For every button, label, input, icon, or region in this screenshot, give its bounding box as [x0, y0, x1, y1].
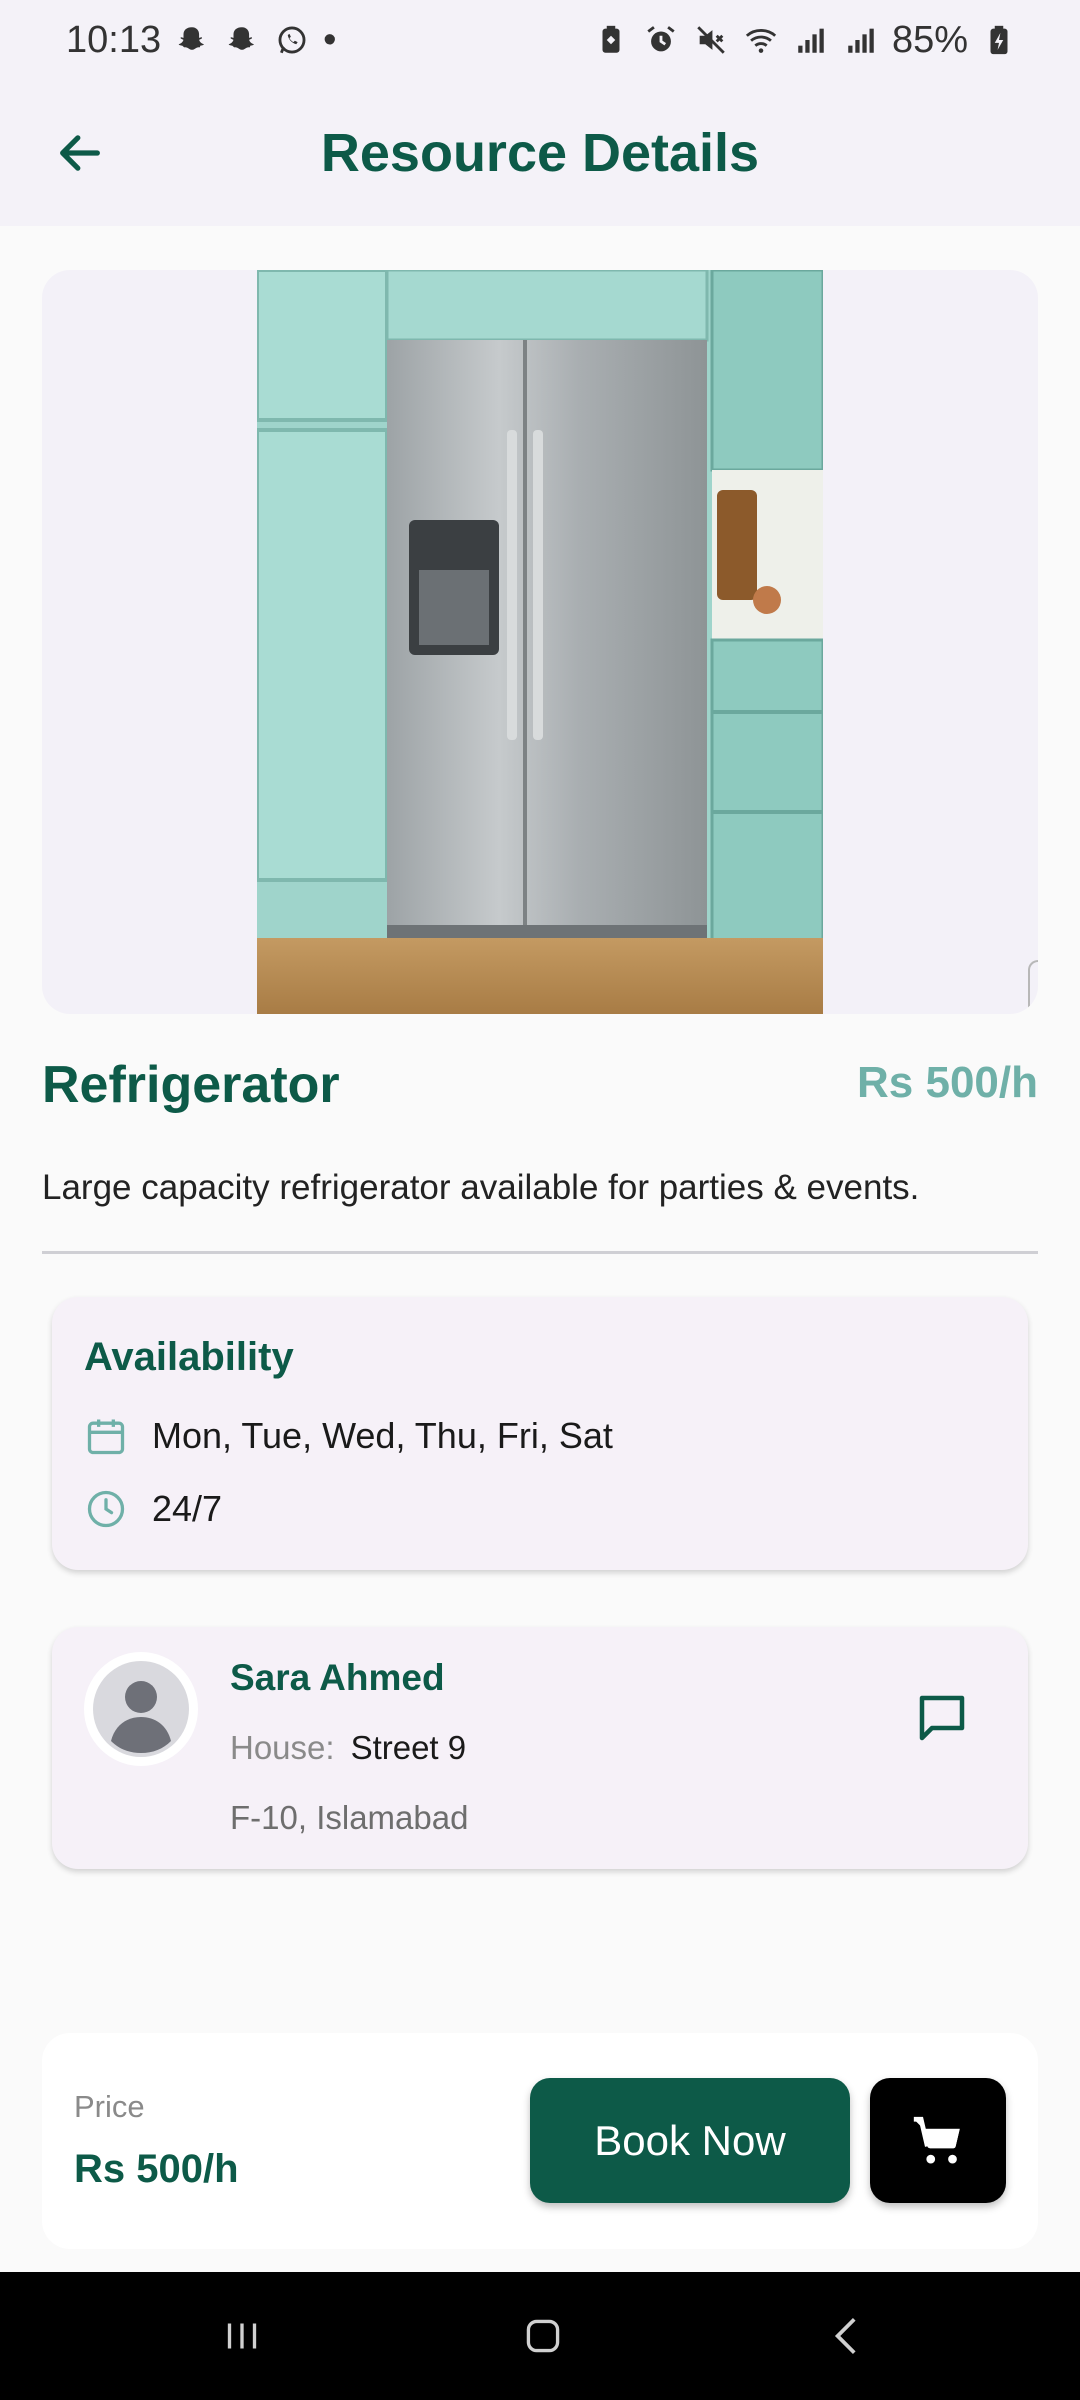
status-right: 85% [592, 19, 1018, 62]
refrigerator-image [257, 270, 823, 1014]
status-time: 10:13 [66, 18, 162, 61]
whatsapp-icon [273, 21, 311, 59]
availability-days: Mon, Tue, Wed, Thu, Fri, Sat [152, 1415, 613, 1456]
divider [42, 1251, 1038, 1254]
chat-button[interactable] [904, 1680, 980, 1756]
house-label: House: [230, 1729, 335, 1766]
person-avatar-icon [93, 1661, 189, 1757]
price-value: Rs 500/h [74, 2147, 239, 2191]
availability-days-row: Mon, Tue, Wed, Thu, Fri, Sat [84, 1414, 613, 1458]
owner-card[interactable]: Sara Ahmed House: Street 9 F-10, Islamab… [52, 1627, 1028, 1869]
signal-icon [792, 21, 830, 59]
book-now-button[interactable]: Book Now [530, 2078, 850, 2203]
page-title: Resource Details [320, 123, 760, 183]
chat-bubble-icon [919, 1695, 965, 1741]
owner-house-row: House: Street 9 [230, 1729, 466, 1767]
wifi-icon [742, 21, 780, 59]
status-dot: • [323, 18, 337, 61]
bottom-action-bar: Price Rs 500/h Book Now [42, 2033, 1038, 2249]
availability-hours-row: 24/7 [84, 1487, 222, 1531]
recent-apps-icon [227, 2323, 257, 2349]
resource-name: Refrigerator [42, 1056, 340, 1114]
system-nav-bar [0, 2272, 1080, 2400]
battery-percent: 85% [891, 18, 968, 61]
calendar-icon [87, 1419, 125, 1455]
home-button[interactable] [503, 2296, 583, 2376]
owner-name: Sara Ahmed [230, 1657, 445, 1698]
back-button[interactable] [40, 113, 120, 193]
cart-icon [913, 2116, 960, 2163]
snapchat-icon [173, 21, 211, 59]
chevron-left-icon [834, 2318, 856, 2354]
home-icon [526, 2319, 560, 2353]
mute-icon [692, 21, 730, 59]
status-bar: 10:13 • 85% [0, 0, 1080, 80]
availability-hours: 24/7 [152, 1488, 223, 1529]
price-label: Price [74, 2089, 145, 2124]
add-to-cart-button[interactable] [870, 2078, 1006, 2203]
snapchat-icon [223, 21, 261, 59]
availability-card: Availability Mon, Tue, Wed, Thu, Fri, Sa… [52, 1297, 1028, 1570]
availability-title: Availability [84, 1335, 294, 1379]
status-left: 10:13 • [66, 19, 336, 62]
battery-saver-icon [592, 21, 630, 59]
recent-apps-button[interactable] [202, 2296, 282, 2376]
clock-icon [87, 1490, 125, 1528]
arrow-left-icon [60, 135, 100, 171]
scroll-edge-handle [1028, 960, 1038, 1014]
battery-charging-icon [980, 21, 1018, 59]
owner-area: F-10, Islamabad [230, 1799, 469, 1836]
house-value: Street 9 [350, 1729, 467, 1766]
alarm-icon [642, 21, 680, 59]
app-bar: Resource Details [0, 80, 1080, 226]
avatar [84, 1652, 198, 1766]
resource-description: Large capacity refrigerator available fo… [42, 1168, 920, 1207]
resource-price: Rs 500/h [857, 1058, 1038, 1107]
signal-icon [842, 21, 880, 59]
system-back-button[interactable] [808, 2296, 888, 2376]
resource-image-container [42, 270, 1038, 1014]
